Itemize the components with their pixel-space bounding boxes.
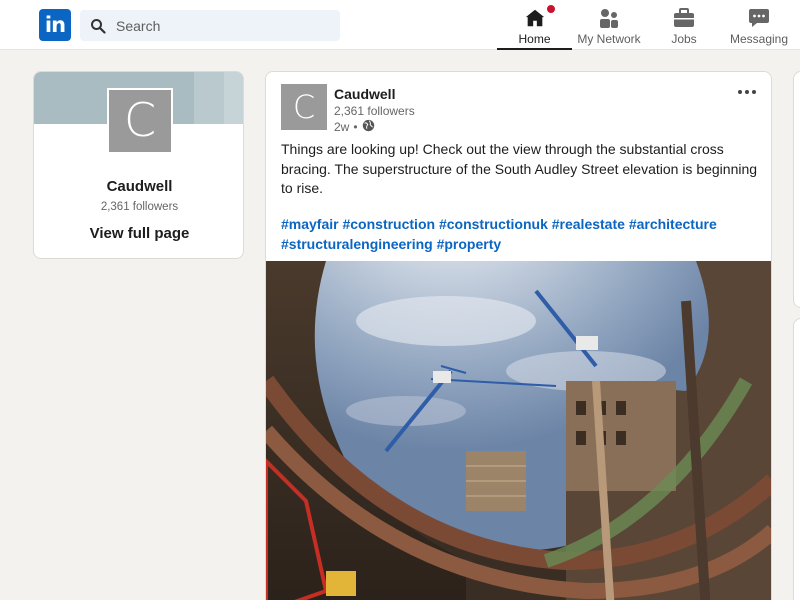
right-sidebar-card: [793, 71, 800, 308]
hashtag-link[interactable]: #mayfair: [281, 216, 339, 232]
post-time: 2w: [334, 120, 350, 134]
post-text: Things are looking up! Check out the vie…: [281, 141, 758, 196]
nav-my-network[interactable]: My Network: [572, 0, 646, 50]
search-input[interactable]: [116, 17, 326, 34]
right-sidebar-card-2: [793, 318, 800, 600]
company-name[interactable]: Caudwell: [34, 178, 243, 195]
post-hashtags: #mayfair #construction #constructionuk #…: [281, 215, 761, 254]
nav-home-label: Home: [518, 32, 551, 46]
post-image[interactable]: [266, 261, 771, 600]
post-meta: 2w •: [334, 119, 375, 135]
meta-separator: •: [353, 120, 358, 134]
nav-jobs-label: Jobs: [671, 32, 697, 46]
nav-jobs[interactable]: Jobs: [656, 0, 712, 50]
hashtag-link[interactable]: #construction: [342, 216, 435, 232]
company-logo[interactable]: C: [107, 88, 173, 154]
search-bar[interactable]: [80, 10, 340, 41]
hashtag-link[interactable]: #constructionuk: [439, 216, 548, 232]
hashtag-link[interactable]: #structuralengineering: [281, 236, 433, 252]
nav-messaging-label: Messaging: [729, 32, 789, 46]
hashtag-link[interactable]: #property: [437, 236, 502, 252]
people-icon: [597, 6, 621, 30]
post-author-followers: 2,361 followers: [334, 104, 415, 118]
hashtag-link[interactable]: #realestate: [552, 216, 625, 232]
company-page-card: C Caudwell 2,361 followers View full pag…: [33, 71, 244, 259]
company-followers: 2,361 followers: [100, 201, 179, 213]
home-icon: [524, 3, 557, 30]
nav-home[interactable]: Home: [497, 0, 572, 50]
post-author-name[interactable]: Caudwell: [334, 86, 395, 102]
linkedin-logo[interactable]: in: [39, 9, 71, 41]
feed-post: C Caudwell 2,361 followers 2w • Things a…: [265, 71, 772, 600]
chat-icon: [748, 6, 770, 30]
search-icon: [80, 10, 116, 41]
briefcase-icon: [673, 6, 695, 30]
nav-messaging[interactable]: Messaging: [722, 0, 796, 50]
post-author-logo[interactable]: C: [281, 84, 327, 130]
hashtag-link[interactable]: #architecture: [629, 216, 717, 232]
post-more-options-button[interactable]: [734, 82, 760, 102]
top-navigation-bar: in Home My Network: [0, 0, 800, 50]
construction-site-photo: [266, 261, 771, 600]
ellipsis-icon: [738, 90, 742, 94]
globe-icon: [362, 119, 375, 135]
view-full-page-link[interactable]: View full page: [34, 225, 243, 242]
nav-my-network-label: My Network: [577, 32, 641, 46]
notification-badge: [544, 3, 557, 15]
